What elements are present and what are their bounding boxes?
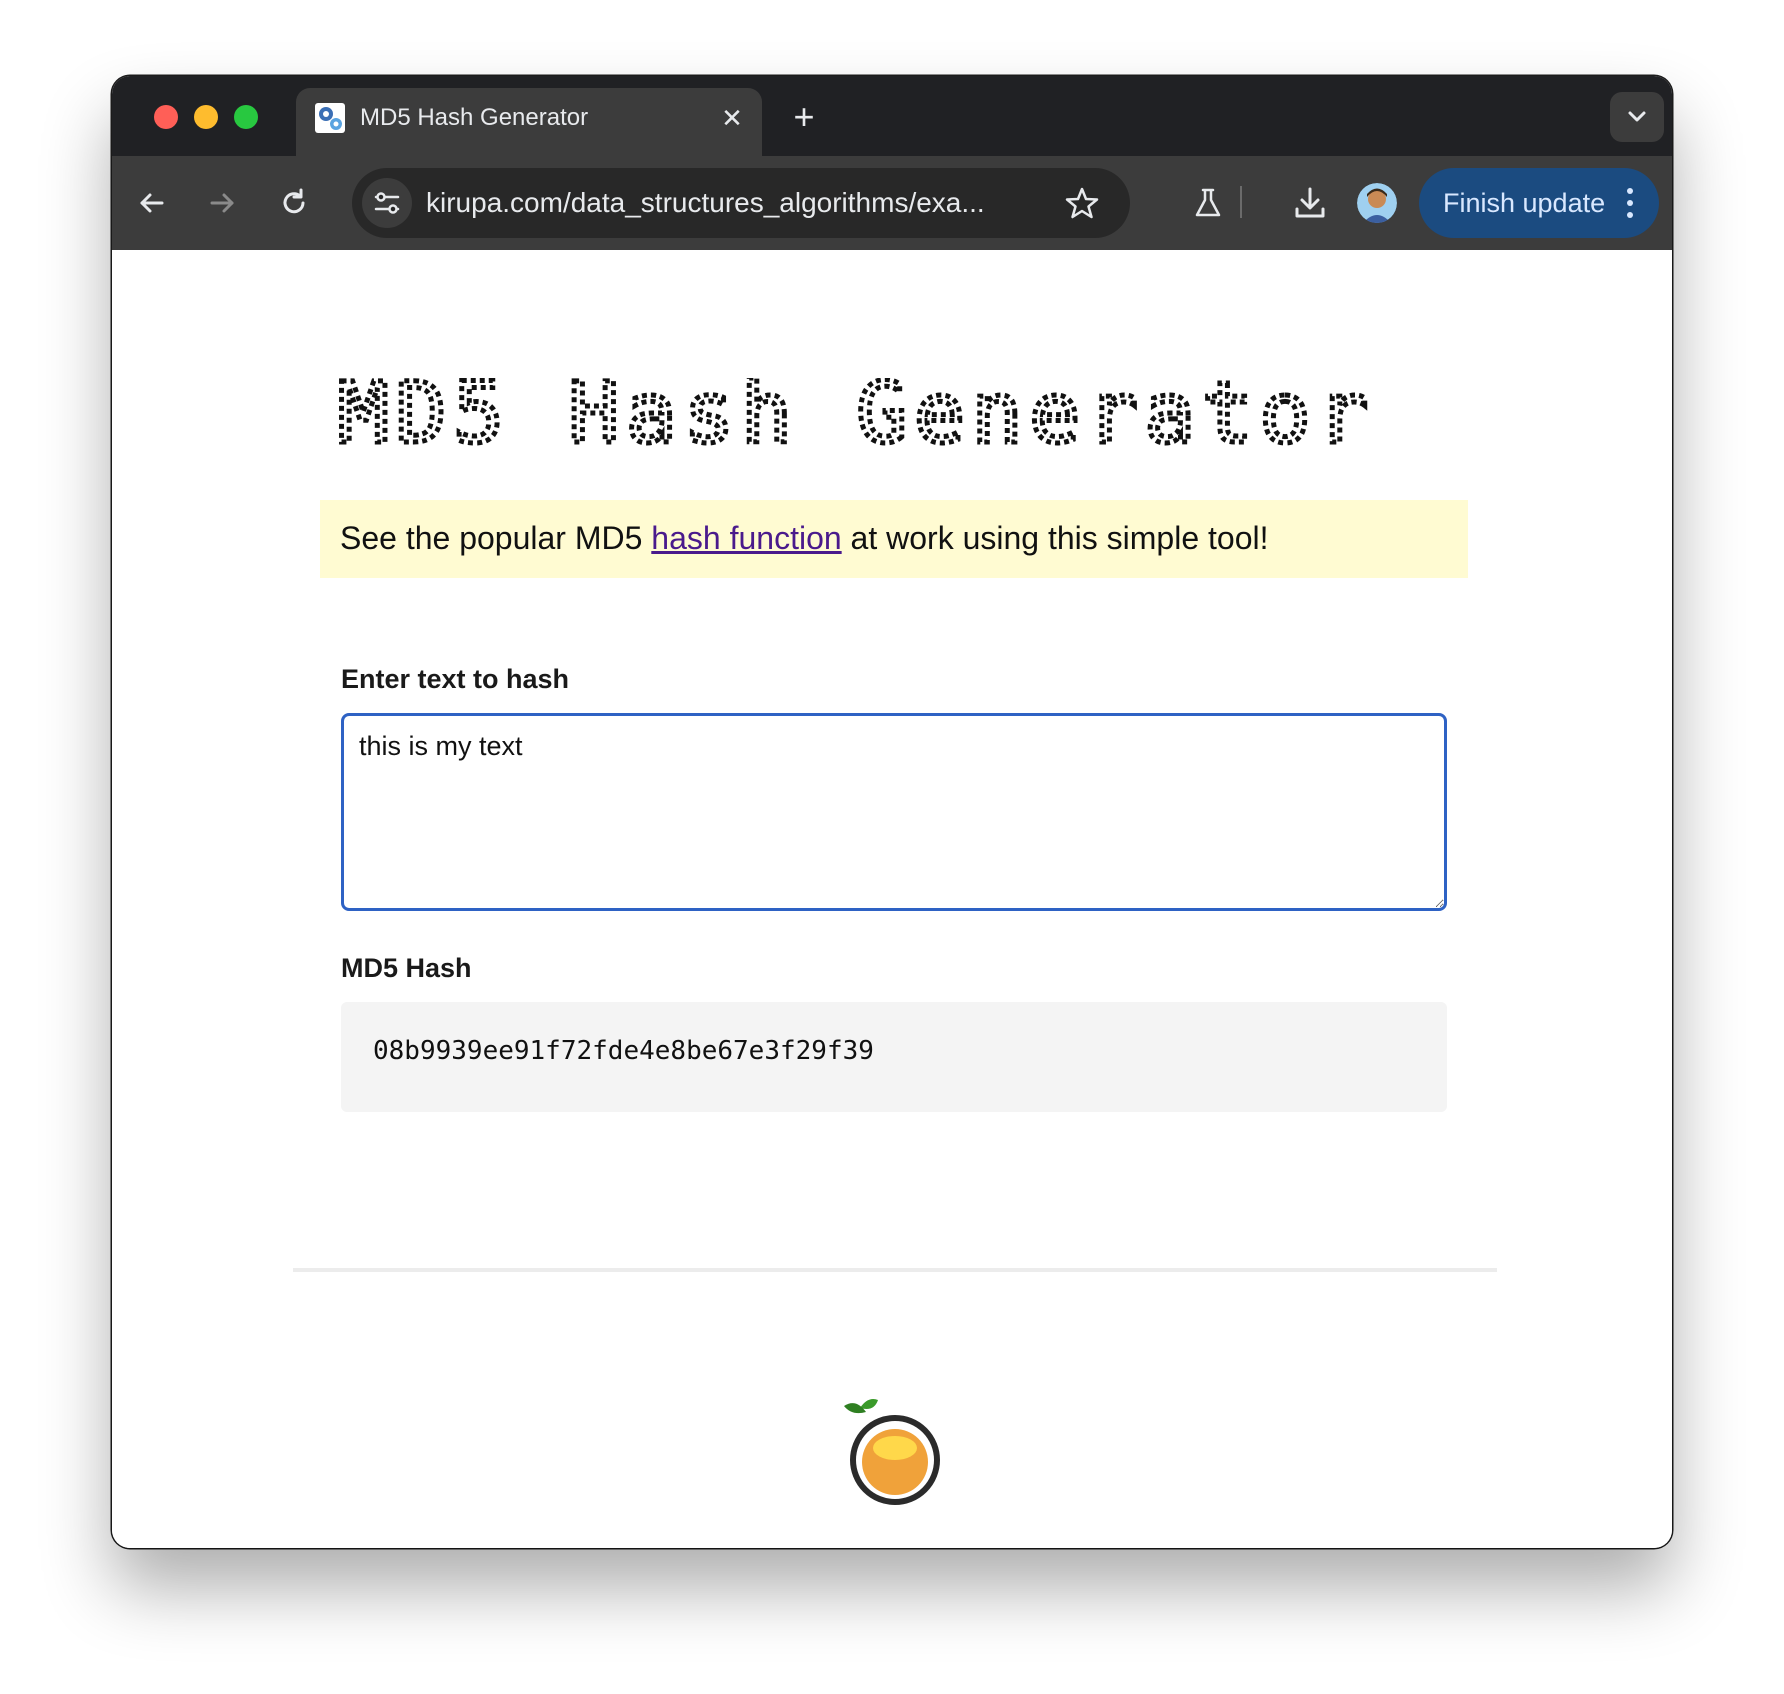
footer-divider <box>293 1268 1497 1272</box>
site-info-button[interactable] <box>362 178 412 228</box>
tab-md5-hash-generator[interactable]: MD5 Hash Generator ✕ <box>296 88 762 156</box>
download-icon[interactable] <box>1292 185 1328 221</box>
intro-banner: See the popular MD5 hash function at wor… <box>320 500 1468 578</box>
maximize-window-button[interactable] <box>234 105 258 129</box>
tab-strip: MD5 Hash Generator ✕ + <box>112 76 1672 156</box>
hash-function-link[interactable]: hash function <box>651 520 841 556</box>
tab-search-button[interactable] <box>1610 92 1664 142</box>
web-page: MD5 Hash Generator See the popular MD5 h… <box>112 250 1672 1548</box>
browser-toolbar: kirupa.com/data_structures_algorithms/ex… <box>112 156 1672 250</box>
kirupa-orange-logo-icon[interactable] <box>828 1390 948 1510</box>
intro-text-after: at work using this simple tool! <box>841 520 1269 556</box>
hash-output-box: 08b9939ee91f72fde4e8be67e3f29f39 <box>341 1002 1447 1112</box>
tune-icon <box>374 192 400 214</box>
address-bar[interactable]: kirupa.com/data_structures_algorithms/ex… <box>352 168 1130 238</box>
hash-value: 08b9939ee91f72fde4e8be67e3f29f39 <box>373 1036 874 1066</box>
finish-update-label: Finish update <box>1443 188 1606 218</box>
input-label: Enter text to hash <box>341 664 570 694</box>
page-title-text: MD5 Hash Generator <box>338 378 1368 448</box>
browser-window: MD5 Hash Generator ✕ + kirupa.com/data_s… <box>112 76 1672 1548</box>
chevron-down-icon <box>1628 111 1646 122</box>
close-window-button[interactable] <box>154 105 178 129</box>
text-to-hash-input[interactable]: this is my text <box>341 713 1447 911</box>
kebab-icon[interactable] <box>1625 186 1635 220</box>
url-text[interactable]: kirupa.com/data_structures_algorithms/ex… <box>426 187 985 219</box>
gears-favicon-icon <box>315 103 345 133</box>
star-icon[interactable] <box>1064 185 1100 221</box>
plus-icon[interactable]: + <box>786 99 822 136</box>
intro-text: See the popular MD5 hash function at wor… <box>340 520 1269 557</box>
reload-icon[interactable] <box>276 185 312 221</box>
tab-title: MD5 Hash Generator <box>360 104 589 131</box>
toolbar-divider <box>1240 186 1242 218</box>
flask-icon[interactable] <box>1190 185 1226 221</box>
arrow-left-icon[interactable] <box>134 185 170 221</box>
arrow-right-icon[interactable] <box>204 185 240 221</box>
finish-update-button[interactable]: Finish update <box>1419 168 1659 238</box>
page-title: MD5 Hash Generator <box>338 378 1368 448</box>
close-icon[interactable]: ✕ <box>716 102 748 134</box>
avatar[interactable] <box>1357 183 1397 223</box>
minimize-window-button[interactable] <box>194 105 218 129</box>
intro-text-before: See the popular MD5 <box>340 520 652 556</box>
hash-label: MD5 Hash <box>341 953 472 983</box>
